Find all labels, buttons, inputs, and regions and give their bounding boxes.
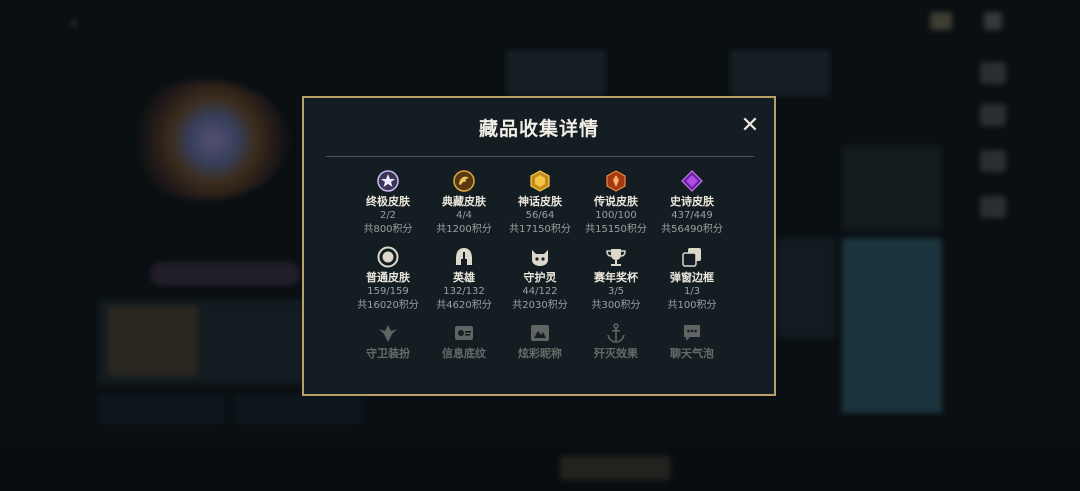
nickname-icon [529, 322, 551, 344]
collection-row: 终极皮肤 2/2 共800积分 典藏皮肤 4/4 共1200积分 神话皮肤 56… [350, 170, 730, 246]
collection-item-ultimate[interactable]: 终极皮肤 2/2 共800积分 [350, 170, 426, 237]
popup-frame-icon [681, 246, 703, 268]
collection-item-champion[interactable]: 英雄 132/132 共4620积分 [426, 246, 502, 313]
guardian-icon [529, 246, 551, 268]
anchor-icon [605, 322, 627, 344]
banner-icon [453, 322, 475, 344]
collector-skin-icon [453, 170, 475, 192]
collection-item-chat-bubble[interactable]: 聊天气泡 [654, 322, 730, 361]
collection-item-anchor[interactable]: 歼灭效果 [578, 322, 654, 361]
collection-item-standard[interactable]: 普通皮肤 159/159 共16020积分 [350, 246, 426, 313]
legendary-skin-icon [605, 170, 627, 192]
collection-item-trophy[interactable]: 赛年奖杯 3/5 共300积分 [578, 246, 654, 313]
collection-item-legendary[interactable]: 传说皮肤 100/100 共15150积分 [578, 170, 654, 237]
close-icon[interactable]: ✕ [738, 114, 762, 138]
collection-row: 守卫装扮 信息底纹 炫彩昵称 歼灭效果 聊天气泡 [350, 322, 730, 398]
collection-item-mythic[interactable]: 神话皮肤 56/64 共17150积分 [502, 170, 578, 237]
collection-row: 普通皮肤 159/159 共16020积分 英雄 132/132 共4620积分… [350, 246, 730, 322]
title-divider [326, 156, 754, 157]
trophy-icon [605, 246, 627, 268]
collection-item-guardian[interactable]: 守护灵 44/122 共2030积分 [502, 246, 578, 313]
epic-skin-icon [681, 170, 703, 192]
collection-details-modal: 藏品收集详情 ✕ 终极皮肤 2/2 共800积分 典藏皮肤 4/4 共1200积… [302, 96, 776, 396]
champion-helmet-icon [453, 246, 475, 268]
collection-item-banner[interactable]: 信息底纹 [426, 322, 502, 361]
modal-title: 藏品收集详情 [478, 118, 599, 140]
mythic-skin-icon [529, 170, 551, 192]
collection-item-nickname[interactable]: 炫彩昵称 [502, 322, 578, 361]
ward-skin-icon [377, 322, 399, 344]
ultimate-skin-icon [377, 170, 399, 192]
collection-item-epic[interactable]: 史诗皮肤 437/449 共56490积分 [654, 170, 730, 237]
collection-item-ward[interactable]: 守卫装扮 [350, 322, 426, 361]
collection-item-collector[interactable]: 典藏皮肤 4/4 共1200积分 [426, 170, 502, 237]
chat-bubble-icon [681, 322, 703, 344]
collection-item-popup-frame[interactable]: 弹窗边框 1/3 共100积分 [654, 246, 730, 313]
standard-skin-icon [377, 246, 399, 268]
